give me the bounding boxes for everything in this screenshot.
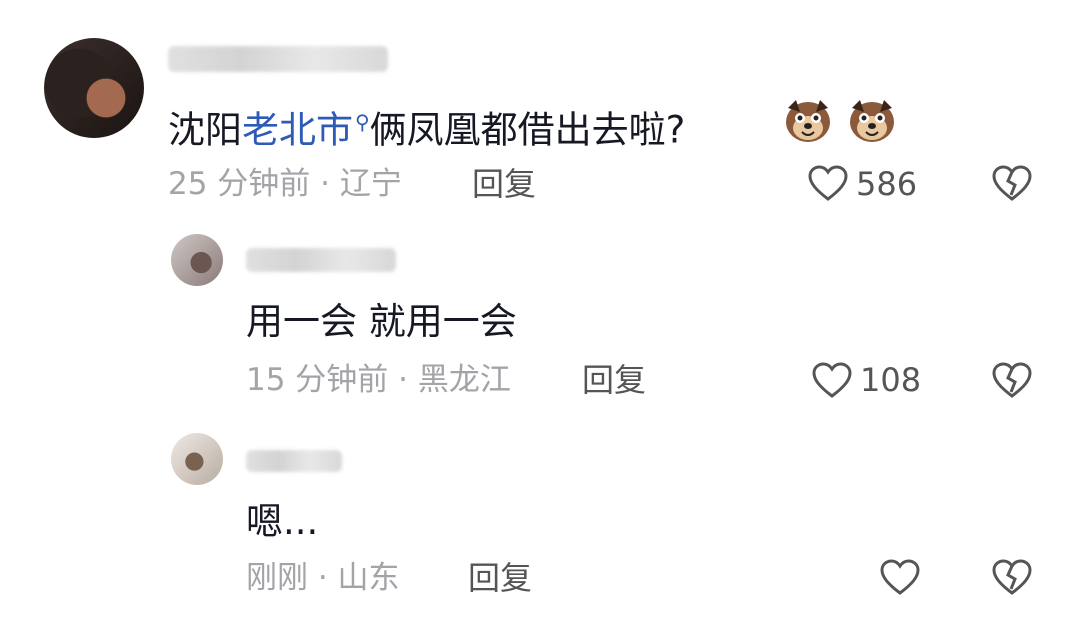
username-blurred[interactable] — [246, 248, 396, 272]
comment-meta: 25 分钟前 · 辽宁 — [168, 166, 402, 202]
search-icon[interactable]: ⚲ — [355, 110, 370, 134]
like-count: 586 — [856, 165, 918, 203]
reply-button[interactable]: 回复 — [468, 560, 532, 596]
heart-icon[interactable] — [878, 557, 922, 597]
broken-heart-icon[interactable] — [990, 360, 1034, 400]
comment-meta: 15 分钟前 · 黑龙江 — [246, 362, 511, 398]
comment-text: 用一会 就用一会 — [246, 300, 517, 343]
reply-button[interactable]: 回复 — [582, 362, 646, 398]
comment-meta: 刚刚 · 山东 — [246, 560, 400, 596]
comment-text: 沈阳老北市 ⚲俩凤凰都借出去啦? — [168, 100, 685, 152]
dog-emoji — [786, 100, 830, 142]
username-blurred[interactable] — [246, 450, 342, 472]
avatar[interactable] — [171, 433, 223, 485]
avatar[interactable] — [44, 38, 144, 138]
broken-heart-icon[interactable] — [990, 163, 1034, 203]
search-link[interactable]: 老北市 — [242, 108, 353, 151]
reply-button[interactable]: 回复 — [472, 166, 536, 202]
comment-text-prefix: 沈阳 — [168, 108, 242, 152]
comment-text: 嗯... — [246, 500, 319, 543]
broken-heart-icon[interactable] — [990, 557, 1034, 597]
dog-emoji — [850, 100, 894, 142]
heart-icon[interactable] — [806, 163, 850, 203]
avatar[interactable] — [171, 234, 223, 286]
heart-icon[interactable] — [810, 360, 854, 400]
like-count: 108 — [860, 361, 922, 399]
username-blurred[interactable] — [168, 46, 388, 72]
comment-text-suffix: 俩凤凰都借出去啦? — [369, 108, 686, 152]
